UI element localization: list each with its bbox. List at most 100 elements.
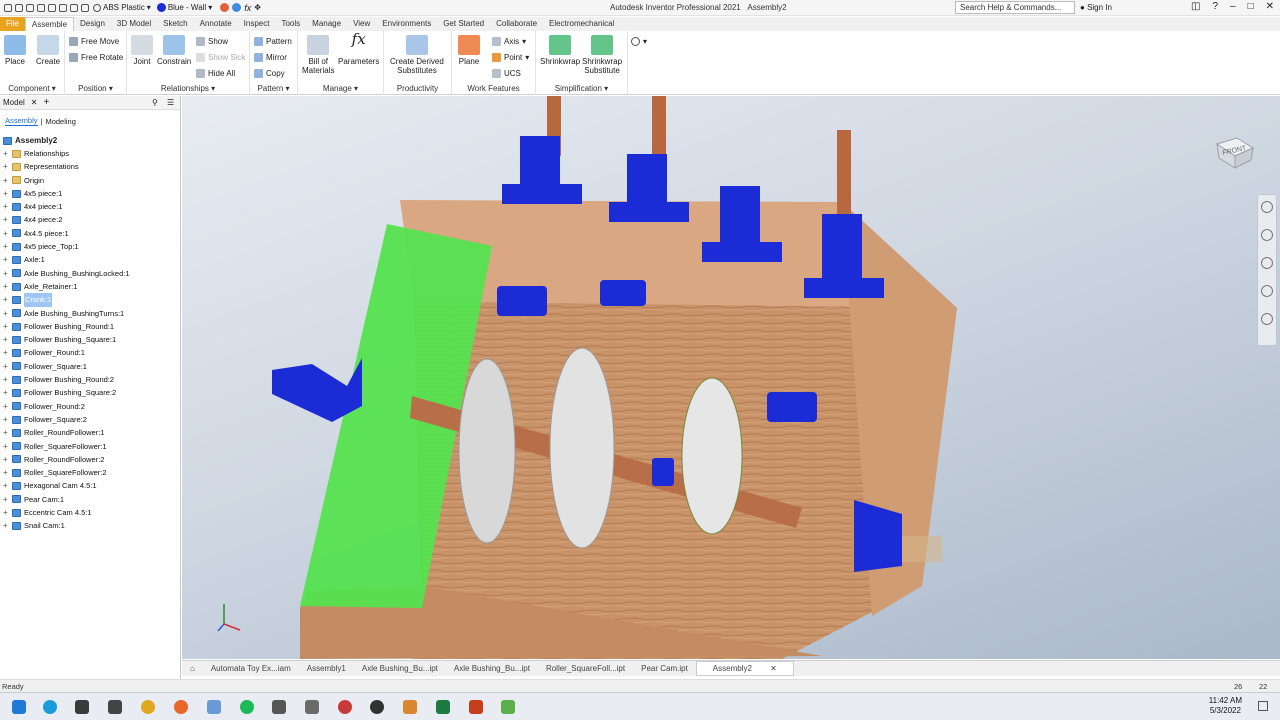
- expand-icon[interactable]: +: [3, 479, 9, 492]
- expand-icon[interactable]: +: [3, 187, 9, 200]
- tree-item[interactable]: + Pear Cam:1: [0, 493, 180, 506]
- system-clock[interactable]: 11:42 AM 5/3/2022: [1209, 696, 1242, 716]
- panel-title-relationships[interactable]: Relationships ▾: [127, 84, 249, 93]
- new-file-icon[interactable]: [4, 3, 12, 12]
- expand-icon[interactable]: +: [3, 160, 9, 173]
- fx-icon[interactable]: fx: [244, 3, 251, 13]
- app-icon[interactable]: [501, 700, 515, 714]
- panel-title-simplification[interactable]: Simplification ▾: [536, 84, 627, 93]
- tree-item[interactable]: + Roller_SquareFollower:2: [0, 466, 180, 479]
- graphics-viewport[interactable]: [182, 96, 1280, 659]
- pan-icon[interactable]: [1261, 229, 1273, 241]
- tab-get-started[interactable]: Get Started: [437, 17, 490, 31]
- doc-tab-automata[interactable]: Automata Toy Ex...iam: [203, 664, 299, 673]
- tab-tools[interactable]: Tools: [275, 17, 306, 31]
- add-tab-icon[interactable]: +: [44, 97, 50, 108]
- constrain-button[interactable]: Constrain: [157, 35, 191, 66]
- close-icon[interactable]: ✕: [31, 98, 38, 107]
- look-at-icon[interactable]: [1261, 313, 1273, 325]
- place-button[interactable]: Place: [4, 35, 26, 66]
- tree-item[interactable]: +4x5 piece_Top:1: [0, 240, 180, 253]
- expand-icon[interactable]: +: [3, 373, 9, 386]
- expand-icon[interactable]: +: [3, 453, 9, 466]
- pear-cam[interactable]: [549, 347, 615, 549]
- point-button[interactable]: Point ▾: [492, 53, 529, 62]
- tree-item[interactable]: + Snail Cam:1: [0, 519, 180, 532]
- chat-icon[interactable]: [305, 700, 319, 714]
- tab-environments[interactable]: Environments: [376, 17, 437, 31]
- tree-root[interactable]: Assembly2: [0, 134, 180, 147]
- expand-icon[interactable]: +: [3, 346, 9, 359]
- tab-inspect[interactable]: Inspect: [238, 17, 276, 31]
- ucs-button[interactable]: UCS: [492, 69, 521, 78]
- tree-item[interactable]: + Eccentric Cam 4.5:1: [0, 506, 180, 519]
- expand-icon[interactable]: +: [3, 519, 9, 532]
- tab-assemble[interactable]: Assemble: [24, 17, 75, 31]
- tree-item[interactable]: + Follower_Round:2: [0, 400, 180, 413]
- bill-of-materials-button[interactable]: Bill of Materials: [302, 35, 334, 75]
- tree-item[interactable]: + Roller_RoundFollower:2: [0, 453, 180, 466]
- expand-icon[interactable]: +: [3, 227, 9, 240]
- select-icon[interactable]: [81, 3, 89, 12]
- tree-item[interactable]: + Hexagonal Cam 4.5:1: [0, 479, 180, 492]
- close-button[interactable]: ✕: [1266, 1, 1274, 12]
- tree-item[interactable]: + Follower_Square:1: [0, 360, 180, 373]
- tab-electromechanical[interactable]: Electromechanical: [543, 17, 620, 31]
- tree-item[interactable]: +4x4.5 piece:1: [0, 227, 180, 240]
- home-icon[interactable]: ⌂: [182, 664, 203, 673]
- tab-sketch[interactable]: Sketch: [157, 17, 193, 31]
- expand-icon[interactable]: +: [3, 320, 9, 333]
- open-file-icon[interactable]: [15, 3, 23, 12]
- panel-title-position[interactable]: Position ▾: [65, 84, 126, 93]
- viewcube[interactable]: FRONT: [1215, 134, 1255, 170]
- tree-item[interactable]: + Crank:1: [0, 293, 180, 307]
- show-button[interactable]: Show: [196, 37, 228, 46]
- update-icon[interactable]: [70, 3, 78, 12]
- doc-tab-assembly1[interactable]: Assembly1: [299, 664, 354, 673]
- windows-start-icon[interactable]: [12, 700, 26, 714]
- explorer-icon[interactable]: [75, 700, 89, 714]
- tree-item[interactable]: + Roller_SquareFollower:1: [0, 440, 180, 453]
- shrinkwrap-button[interactable]: Shrinkwrap: [540, 35, 580, 66]
- expand-icon[interactable]: +: [3, 213, 9, 226]
- crank-handle[interactable]: [272, 358, 362, 422]
- spotify-icon[interactable]: [240, 700, 254, 714]
- plane-button[interactable]: Plane: [458, 35, 480, 66]
- restore-button[interactable]: □: [1248, 1, 1254, 12]
- tree-item[interactable]: + Follower Bushing_Square:2: [0, 386, 180, 399]
- help-icon[interactable]: ?: [1212, 1, 1218, 12]
- tree-item[interactable]: +4x4 piece:1: [0, 200, 180, 213]
- copy-button[interactable]: Copy: [254, 69, 285, 78]
- panel-title-pattern[interactable]: Pattern ▾: [250, 84, 297, 93]
- hexagonal-cam[interactable]: [458, 358, 516, 544]
- mirror-button[interactable]: Mirror: [254, 53, 287, 62]
- obs-icon[interactable]: [370, 700, 384, 714]
- doc-tab-axle-bushing-1[interactable]: Axle Bushing_Bu...ipt: [354, 664, 446, 673]
- search-input[interactable]: Search Help & Commands...: [955, 1, 1075, 14]
- free-rotate-button[interactable]: Free Rotate: [69, 53, 123, 62]
- undo-icon[interactable]: [37, 3, 45, 12]
- cart-icon[interactable]: ◫: [1191, 1, 1200, 12]
- pattern-button[interactable]: Pattern: [254, 37, 292, 46]
- appearance-dropdown[interactable]: Blue - Wall ▾: [156, 3, 212, 12]
- tree-item[interactable]: + Axle_Retainer:1: [0, 280, 180, 293]
- sign-in-button[interactable]: ● Sign In: [1080, 3, 1112, 12]
- tab-view[interactable]: View: [347, 17, 376, 31]
- tab-manage[interactable]: Manage: [306, 17, 347, 31]
- close-icon[interactable]: ✕: [762, 664, 785, 673]
- clear-appearance-icon[interactable]: [232, 3, 242, 12]
- tab-collaborate[interactable]: Collaborate: [490, 17, 543, 31]
- move-icon[interactable]: ✥: [254, 3, 261, 12]
- shrinkwrap-substitute-button[interactable]: Shrinkwrap Substitute: [582, 35, 622, 75]
- hide-all-button[interactable]: Hide All: [196, 69, 235, 78]
- tree-item[interactable]: + Axle Bushing_BushingLocked:1: [0, 267, 180, 280]
- minimize-button[interactable]: –: [1230, 1, 1236, 12]
- eccentric-cam[interactable]: [681, 377, 743, 535]
- home-icon[interactable]: [59, 3, 67, 12]
- assembly-model[interactable]: [182, 96, 1280, 659]
- steering-wheel-icon[interactable]: [1261, 201, 1273, 213]
- panel-title-manage[interactable]: Manage ▾: [298, 84, 383, 93]
- free-move-button[interactable]: Free Move: [69, 37, 119, 46]
- tab-annotate[interactable]: Annotate: [194, 17, 238, 31]
- expand-icon[interactable]: +: [3, 493, 9, 506]
